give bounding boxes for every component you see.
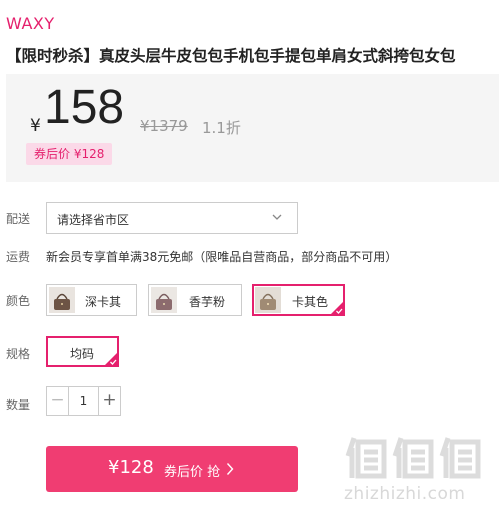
chevron-right-icon [226,463,234,475]
price-panel: ¥ 158 ¥1379 1.1折 券后价 ¥128 [6,74,499,182]
region-select[interactable]: 请选择省市区 [46,202,298,234]
watermark-logo-icon [345,437,481,479]
color-option-label: 卡其色 [292,295,329,309]
decrease-quantity-button[interactable]: − [47,387,69,415]
discount-rate: 1.1折 [202,119,241,137]
bag-thumbnail-dark-khaki [49,287,75,313]
selected-check-icon [331,302,343,314]
brand-name[interactable]: WAXY [6,14,55,33]
current-price: 158 [44,81,125,134]
buy-now-button[interactable]: ¥128 券后价 抢 [46,446,298,492]
watermark-text: zhizhizhi.com [344,484,466,504]
region-select-value: 请选择省市区 [57,213,130,227]
size-option-label: 均码 [70,347,95,361]
bag-thumbnail-taro-pink [151,287,177,313]
size-label: 规格 [6,347,31,361]
buy-button-price: ¥128 [108,457,154,478]
color-option-label: 深卡其 [85,295,122,309]
currency-symbol: ¥ [30,116,41,136]
color-option-label: 香芋粉 [189,295,226,309]
color-option-dark-khaki[interactable]: 深卡其 [46,284,137,316]
quantity-stepper: − 1 + [46,386,121,416]
coupon-price-badge: 券后价 ¥128 [26,143,113,165]
freight-label: 运费 [6,250,31,264]
buy-button-label: 券后价 抢 [164,465,221,480]
selected-check-icon [105,353,117,365]
product-title: 【限时秒杀】真皮头层牛皮包包手机包手提包单肩女式斜挎包女包 [6,47,456,65]
chevron-down-icon [272,214,282,220]
color-option-taro-pink[interactable]: 香芋粉 [148,284,242,316]
delivery-label: 配送 [6,212,31,226]
quantity-label: 数量 [6,398,31,412]
size-option-one-size[interactable]: 均码 [46,336,119,367]
site-watermark: zhizhizhi.com [344,430,494,514]
quantity-value[interactable]: 1 [69,387,98,415]
color-label: 颜色 [6,294,31,308]
color-option-khaki[interactable]: 卡其色 [252,284,345,316]
bag-thumbnail-khaki [255,287,281,313]
original-price: ¥1379 [140,117,188,135]
freight-info: 新会员专享首单满38元免邮（限唯品自营商品，部分商品不可用） [46,250,398,264]
increase-quantity-button[interactable]: + [98,387,120,415]
